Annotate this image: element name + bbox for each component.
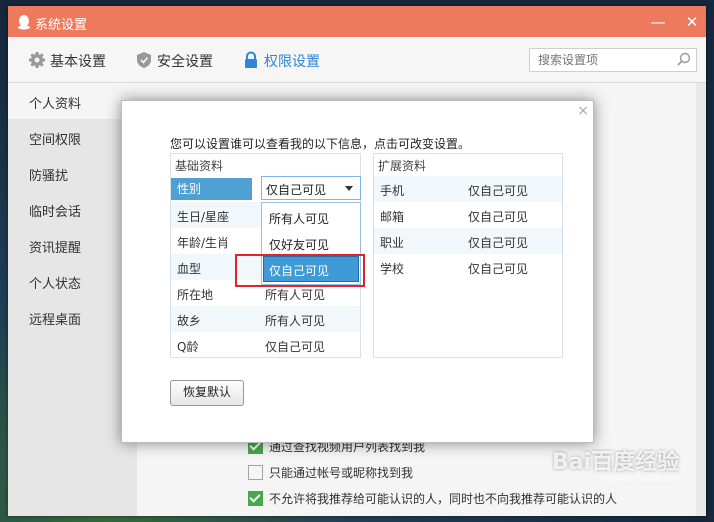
search-input[interactable] [536,52,670,68]
row-phone[interactable]: 手机 仅自己可见 [374,176,562,202]
restore-default-button[interactable]: 恢复默认 [170,380,244,406]
shield-icon [137,52,151,68]
row-key: 血型 [177,262,202,276]
row-value: 所有人可见 [265,314,326,328]
row-school[interactable]: 学校 仅自己可见 [374,254,562,280]
toolbar: 基本设置 安全设置 权限设置 [8,37,706,83]
tab-label: 安全设置 [157,54,213,70]
panel-header: 基础资料 [175,159,224,173]
row-key: 生日/星座 [177,210,230,224]
row-key: 手机 [380,184,405,198]
row-key: 所在地 [177,288,214,302]
row-key: Q龄 [177,340,199,354]
option-label: 仅好友可见 [269,238,330,252]
close-icon[interactable]: ✕ [682,12,702,32]
visibility-dropdown[interactable]: 仅自己可见 [261,176,361,200]
option-everyone[interactable]: 所有人可见 [263,204,359,230]
row-value: 仅自己可见 [468,210,529,224]
penguin-logo-icon [18,15,30,30]
panel-header: 扩展资料 [378,159,427,173]
row-email[interactable]: 邮箱 仅自己可见 [374,202,562,228]
row-occupation[interactable]: 职业 仅自己可见 [374,228,562,254]
option-label: 所有人可见 [269,212,330,226]
lock-icon [245,51,257,68]
row-value: 仅自己可见 [468,236,529,250]
dropdown-value: 仅自己可见 [266,183,327,197]
option-friends-only[interactable]: 仅好友可见 [263,230,359,256]
tab-label: 基本设置 [50,54,106,70]
dialog-intro: 您可以设置谁可以查看我的以下信息，点击可改变设置。 [170,137,471,151]
search-box[interactable] [529,48,697,72]
row-key: 邮箱 [380,210,405,224]
row-key: 年龄/生肖 [177,236,230,250]
tab-label: 权限设置 [264,54,320,70]
annotation-highlight-box [235,254,365,287]
window-title: 系统设置 [35,18,88,33]
row-value: 仅自己可见 [265,340,326,354]
chevron-down-icon[interactable] [345,186,353,191]
privacy-dialog: × 您可以设置谁可以查看我的以下信息，点击可改变设置。 基础资料 性别 生日/星… [121,100,594,443]
row-value: 所有人可见 [265,288,326,302]
row-key: 性别 [171,178,252,200]
extended-info-panel: 扩展资料 手机 仅自己可见 邮箱 仅自己可见 职业 仅自己可见 学校 仅自己可见 [373,153,563,358]
row-q-age[interactable]: Q龄 仅自己可见 [171,332,360,358]
row-key: 故乡 [177,314,202,328]
gear-icon [29,52,45,68]
close-icon[interactable]: × [577,103,589,119]
row-value: 仅自己可见 [468,262,529,276]
row-hometown[interactable]: 故乡 所有人可见 [171,306,360,332]
watermark-url: jingyan.baidu.com [600,474,684,484]
title-bar: 系统设置 — ✕ [8,6,706,37]
row-value: 仅自己可见 [468,184,529,198]
row-key: 学校 [380,262,405,276]
watermark-logo: Bai百度经验 [552,450,680,475]
search-icon[interactable] [677,52,691,66]
row-key: 职业 [380,236,405,250]
minimize-icon[interactable]: — [648,12,668,32]
